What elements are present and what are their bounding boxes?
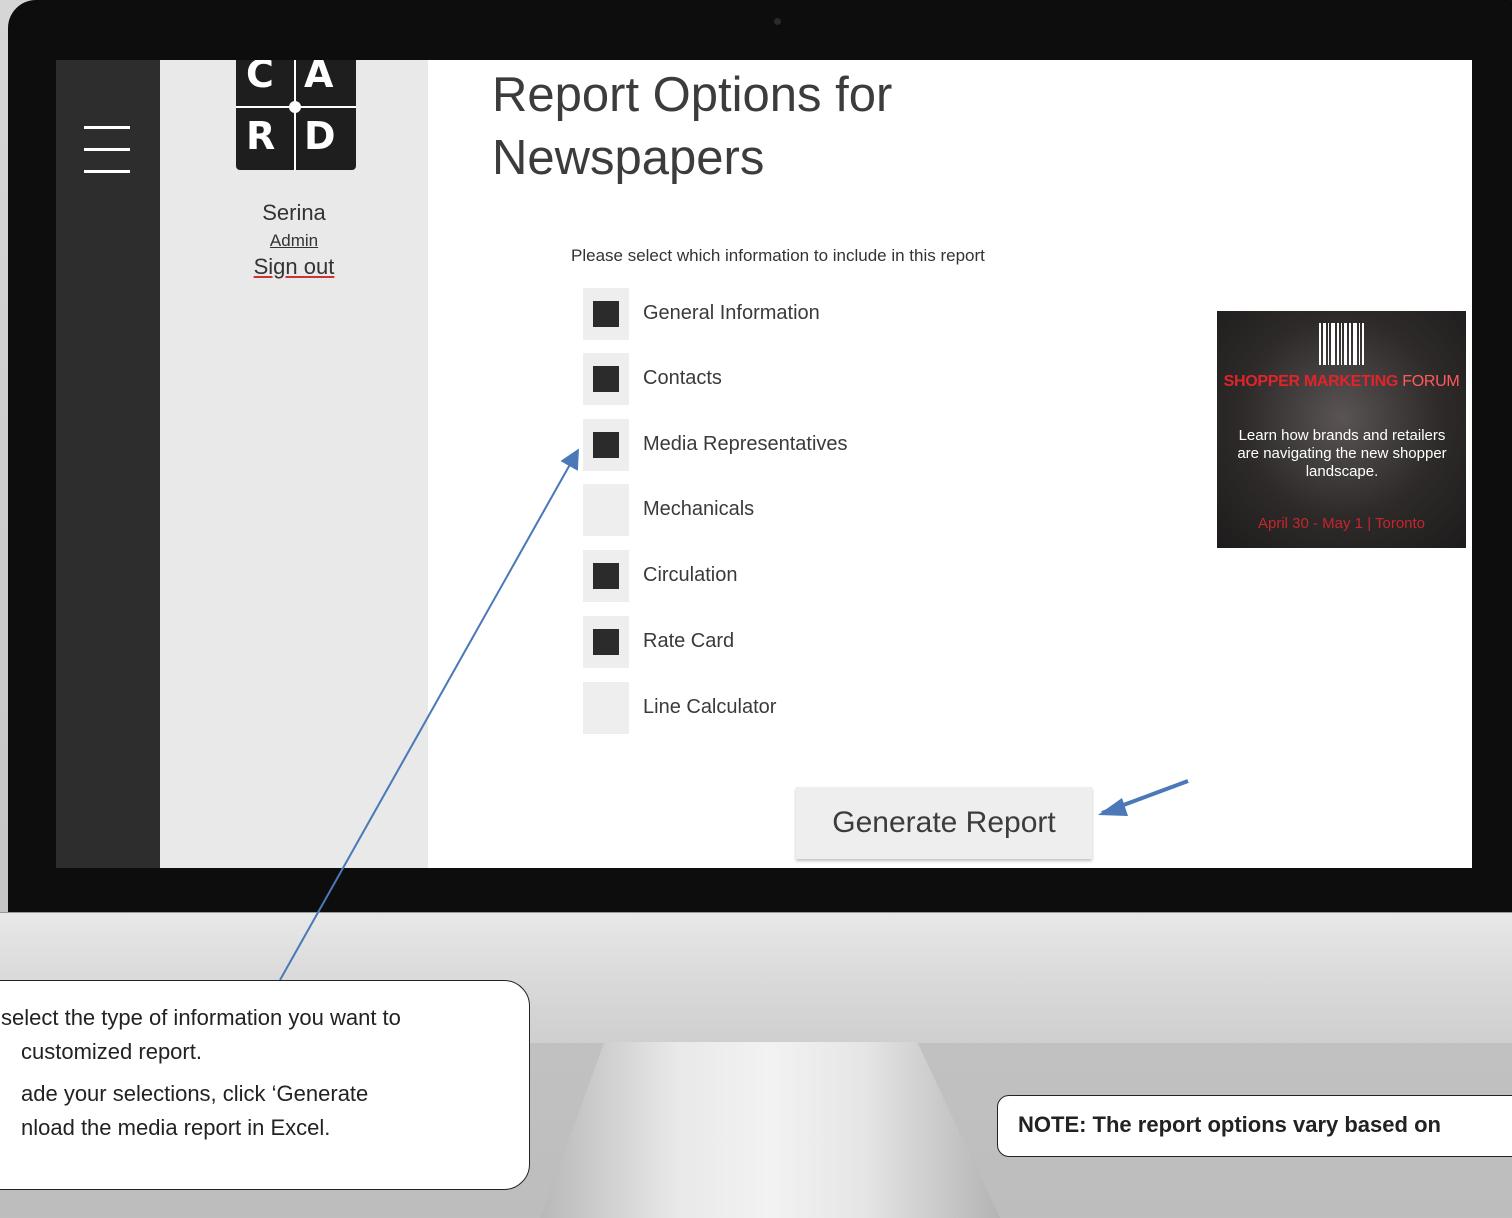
option-mechanicals: Mechanicals (583, 484, 1083, 536)
nav-strip (56, 60, 160, 868)
checkbox-circulation[interactable] (583, 550, 629, 602)
app-screen: C A R D Serina Admin Sign out Report Opt… (56, 60, 1472, 868)
checkbox-general-information[interactable] (583, 288, 629, 340)
callout-instructions: select the type of information you want … (0, 980, 530, 1190)
ad-text: Learn how brands and retailers are navig… (1237, 427, 1447, 480)
option-contacts: Contacts (583, 353, 1083, 405)
option-line-calculator: Line Calculator (583, 682, 1083, 734)
option-label: Contacts (643, 367, 722, 389)
option-rate-card: Rate Card (583, 616, 1083, 668)
hamburger-menu-icon[interactable] (84, 126, 130, 174)
option-label: General Information (643, 302, 820, 324)
ad-title: SHOPPER MARKETING FORUM (1223, 373, 1460, 390)
shopper-marketing-ad[interactable]: SHOPPER MARKETING FORUM Learn how brands… (1217, 311, 1466, 548)
monitor-stand (540, 1042, 1000, 1218)
option-label: Circulation (643, 564, 738, 586)
profile-panel: C A R D Serina Admin Sign out (160, 60, 428, 868)
option-label: Line Calculator (643, 696, 777, 718)
checkbox-contacts[interactable] (583, 353, 629, 405)
option-label: Mechanicals (643, 498, 755, 520)
instructions-text: Please select which information to inclu… (571, 246, 985, 265)
page-title: Report Options for Newspapers (492, 68, 893, 185)
checkbox-rate-card[interactable] (583, 616, 629, 668)
callout-note: NOTE: The report options vary based on (997, 1095, 1512, 1157)
checkbox-media-representatives[interactable] (583, 419, 629, 471)
user-name: Serina (262, 200, 326, 225)
card-logo: C A R D (236, 60, 356, 170)
option-label: Rate Card (643, 630, 735, 652)
ad-date: April 30 - May 1 | Toronto (1257, 515, 1426, 532)
option-general-information: General Information (583, 288, 1083, 340)
generate-report-button[interactable]: Generate Report (796, 787, 1092, 859)
user-role-link[interactable]: Admin (160, 231, 428, 251)
camera-icon (774, 18, 781, 25)
checkbox-mechanicals[interactable] (583, 484, 629, 536)
option-label: Media Representatives (643, 433, 848, 455)
option-media-representatives: Media Representatives (583, 419, 1083, 471)
checkbox-line-calculator[interactable] (583, 682, 629, 734)
option-circulation: Circulation (583, 550, 1083, 602)
sign-out-link[interactable]: Sign out (160, 254, 428, 280)
barcode-icon (1319, 323, 1367, 365)
